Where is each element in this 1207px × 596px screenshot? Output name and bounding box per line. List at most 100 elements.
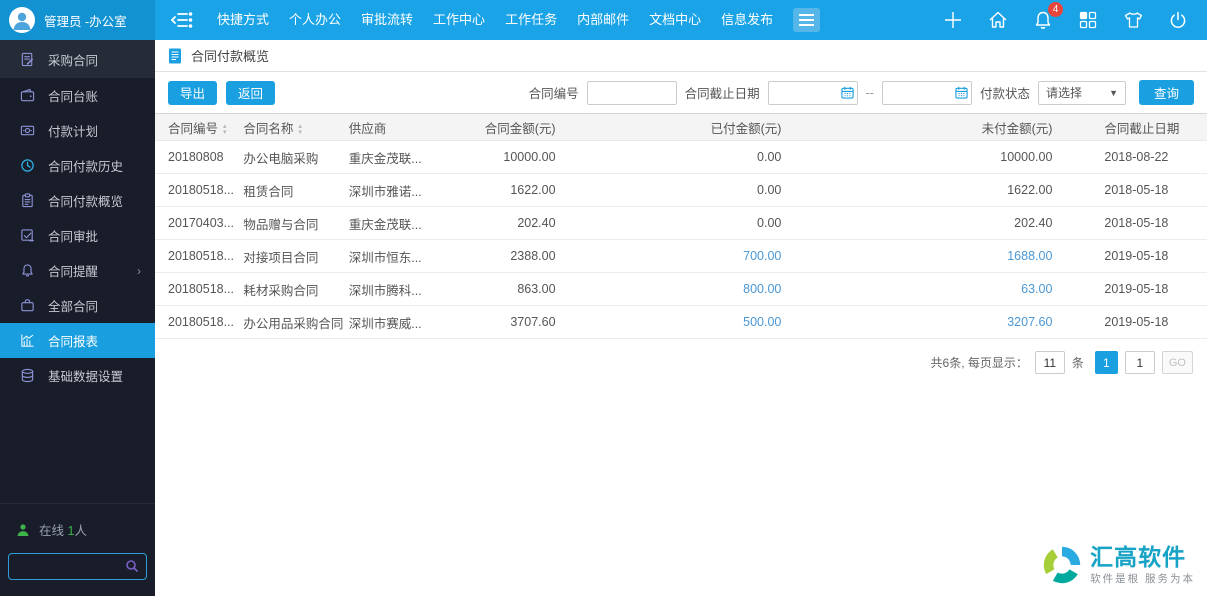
table-cell: 202.40 xyxy=(795,207,1066,240)
nav-item-8[interactable]: 信息发布 xyxy=(711,0,783,40)
contract-icon xyxy=(20,52,35,67)
top-navigation: 快捷方式个人办公审批流转工作中心工作任务内部邮件文档中心信息发布 xyxy=(207,0,783,40)
topbar-actions: 4 xyxy=(942,9,1207,31)
home-icon[interactable] xyxy=(987,9,1009,31)
amount-link[interactable]: 700.00 xyxy=(570,240,796,273)
nav-item-1[interactable]: 快捷方式 xyxy=(207,0,279,40)
hamburger-button[interactable] xyxy=(793,8,820,32)
power-icon[interactable] xyxy=(1167,9,1189,31)
pagination-summary: 共6条, 每页显示： xyxy=(931,354,1028,371)
table-cell: 0.00 xyxy=(570,174,796,207)
table-row: 20180808办公电脑采购重庆金茂联...10000.000.0010000.… xyxy=(155,141,1207,174)
sidebar-item-5[interactable]: 合同付款概览 xyxy=(0,183,155,218)
table-cell: 2018-08-22 xyxy=(1066,141,1207,174)
column-header-4: 合同金额(元) xyxy=(449,114,569,141)
nav-item-7[interactable]: 文档中心 xyxy=(639,0,711,40)
sidebar: 采购合同合同台账付款计划合同付款历史合同付款概览合同审批合同提醒›全部合同合同报… xyxy=(0,40,155,596)
table-cell: 2388.00 xyxy=(449,240,569,273)
goto-page-input[interactable] xyxy=(1125,351,1155,374)
apps-grid-icon[interactable] xyxy=(1077,9,1099,31)
table-cell: 对接项目合同 xyxy=(243,240,348,273)
sidebar-item-8[interactable]: 全部合同 xyxy=(0,288,155,323)
table-cell: 重庆金茂联... xyxy=(349,207,449,240)
main-content: 合同付款概览 导出 返回 合同编号 合同截止日期 -- 付款状态 xyxy=(155,40,1207,596)
go-button[interactable]: GO xyxy=(1162,351,1193,374)
wallet-icon xyxy=(20,88,35,103)
column-header-2[interactable]: 合同名称▴▾ xyxy=(243,114,348,141)
contract-no-input[interactable] xyxy=(587,81,677,105)
pay-status-select[interactable]: 请选择 ▼ xyxy=(1038,81,1126,105)
table-cell: 2019-05-18 xyxy=(1066,240,1207,273)
sidebar-item-label: 合同审批 xyxy=(48,226,98,245)
bell-icon[interactable]: 4 xyxy=(1032,9,1054,31)
query-button[interactable]: 查询 xyxy=(1139,80,1194,105)
sidebar-item-10[interactable]: 基础数据设置 xyxy=(0,358,155,393)
sidebar-item-3[interactable]: 付款计划 xyxy=(0,113,155,148)
amount-link[interactable]: 800.00 xyxy=(570,273,796,306)
deadline-start-input[interactable] xyxy=(768,81,858,105)
online-status: 在线 1人 xyxy=(16,520,147,539)
sidebar-item-4[interactable]: 合同付款历史 xyxy=(0,148,155,183)
nav-item-3[interactable]: 审批流转 xyxy=(351,0,423,40)
nav-item-2[interactable]: 个人办公 xyxy=(279,0,351,40)
sidebar-item-1[interactable]: 采购合同 xyxy=(0,40,155,78)
table-cell: 20180518... xyxy=(155,306,243,339)
pay-status-value: 请选择 xyxy=(1046,84,1082,101)
column-header-1[interactable]: 合同编号▴▾ xyxy=(155,114,243,141)
amount-link[interactable]: 63.00 xyxy=(795,273,1066,306)
approval-icon xyxy=(20,228,35,243)
logo-pinwheel-icon xyxy=(1039,542,1085,588)
user-area[interactable]: 管理员 -办公室 xyxy=(0,0,155,40)
vendor-logo: 汇高软件 软件是根 服务为本 xyxy=(1039,542,1195,588)
export-button[interactable]: 导出 xyxy=(168,81,217,105)
contract-no-label: 合同编号 xyxy=(529,83,579,102)
nav-item-6[interactable]: 内部邮件 xyxy=(567,0,639,40)
column-header-5: 已付金额(元) xyxy=(570,114,796,141)
collapse-menu-icon[interactable] xyxy=(171,11,193,29)
amount-link[interactable]: 3207.60 xyxy=(795,306,1066,339)
nav-item-4[interactable]: 工作中心 xyxy=(423,0,495,40)
sidebar-item-7[interactable]: 合同提醒› xyxy=(0,253,155,288)
deadline-end-input[interactable] xyxy=(882,81,972,105)
table-cell: 20180808 xyxy=(155,141,243,174)
table-row: 20170403...物品赠与合同重庆金茂联...202.400.00202.4… xyxy=(155,207,1207,240)
chevron-down-icon: ▼ xyxy=(1109,88,1118,98)
sort-icon[interactable]: ▴▾ xyxy=(223,123,227,135)
table-cell: 20180518... xyxy=(155,240,243,273)
sidebar-item-2[interactable]: 合同台账 xyxy=(0,78,155,113)
toolbar: 导出 返回 合同编号 合同截止日期 -- 付款状态 请选择 ▼ xyxy=(155,72,1207,113)
search-icon[interactable] xyxy=(125,559,139,578)
table-cell: 202.40 xyxy=(449,207,569,240)
sidebar-item-6[interactable]: 合同审批 xyxy=(0,218,155,253)
table-cell: 物品赠与合同 xyxy=(243,207,348,240)
table-cell: 办公用品采购合同 xyxy=(243,306,348,339)
table-cell: 2019-05-18 xyxy=(1066,306,1207,339)
table-cell: 10000.00 xyxy=(449,141,569,174)
table-header-row: 合同编号▴▾合同名称▴▾供应商合同金额(元)已付金额(元)未付金额(元)合同截止… xyxy=(155,114,1207,141)
notification-badge: 4 xyxy=(1048,2,1063,17)
clock-icon xyxy=(20,158,35,173)
brand-name: 汇高软件 xyxy=(1090,544,1195,570)
plus-icon[interactable] xyxy=(942,9,964,31)
nav-item-5[interactable]: 工作任务 xyxy=(495,0,567,40)
amount-link[interactable]: 500.00 xyxy=(570,306,796,339)
sidebar-item-label: 合同报表 xyxy=(48,331,98,350)
user-name: 管理员 -办公室 xyxy=(44,11,127,30)
amount-link[interactable]: 1688.00 xyxy=(795,240,1066,273)
sidebar-footer: 在线 1人 xyxy=(0,503,155,596)
bill-icon xyxy=(20,123,35,138)
back-button[interactable]: 返回 xyxy=(226,81,275,105)
current-page-button[interactable]: 1 xyxy=(1095,351,1118,374)
table-row: 20180518...租赁合同深圳市雅诺...1622.000.001622.0… xyxy=(155,174,1207,207)
table-row: 20180518...办公用品采购合同深圳市赛威...3707.60500.00… xyxy=(155,306,1207,339)
sidebar-item-label: 采购合同 xyxy=(48,50,98,69)
bell-small-icon xyxy=(20,263,35,278)
theme-shirt-icon[interactable] xyxy=(1122,9,1144,31)
table-cell: 863.00 xyxy=(449,273,569,306)
page-size-input[interactable] xyxy=(1035,351,1065,374)
sort-icon[interactable]: ▴▾ xyxy=(298,123,302,135)
sidebar-item-label: 合同付款历史 xyxy=(48,156,123,175)
sidebar-item-9[interactable]: 合同报表 xyxy=(0,323,155,358)
table-cell: 深圳市赛威... xyxy=(349,306,449,339)
sidebar-item-label: 基础数据设置 xyxy=(48,366,123,385)
